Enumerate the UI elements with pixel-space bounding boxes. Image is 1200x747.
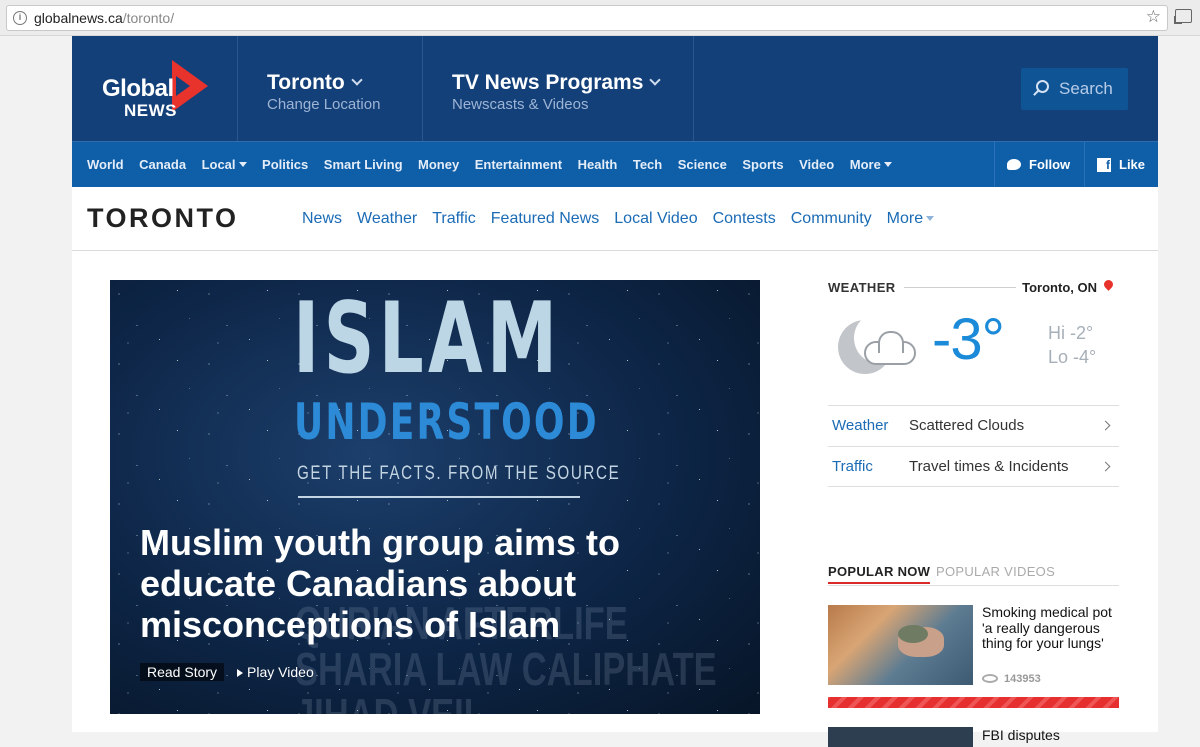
hero-image-subtitle: UNDERSTOOD: [294, 393, 599, 451]
popular-item-thumbnail[interactable]: [828, 605, 973, 685]
change-location-label: Change Location: [267, 96, 381, 113]
section-link-featured-news[interactable]: Featured News: [491, 210, 600, 228]
section-link-community[interactable]: Community: [791, 210, 872, 228]
search-icon: [1036, 80, 1049, 93]
section-link-weather[interactable]: Weather: [357, 210, 417, 228]
facebook-like-button[interactable]: f Like: [1084, 142, 1158, 187]
info-icon[interactable]: i: [13, 11, 27, 25]
weather-row-value: Scattered Clouds: [909, 417, 1025, 434]
section-link-local-video[interactable]: Local Video: [614, 210, 697, 228]
chevron-right-icon: [1100, 420, 1111, 431]
nav-item-politics[interactable]: Politics: [262, 157, 308, 172]
section-title: TORONTO: [87, 203, 239, 233]
section-bar: TORONTO News Weather Traffic Featured Ne…: [72, 187, 1158, 251]
logo-text-news: NEWS: [124, 101, 177, 120]
search-label: Search: [1059, 79, 1113, 98]
main-nav: World Canada Local Politics Smart Living…: [72, 141, 1158, 187]
logo[interactable]: Global NEWS: [72, 36, 238, 141]
search-button[interactable]: Search: [1021, 68, 1128, 110]
tv-programs-title: TV News Programs: [452, 71, 644, 94]
caret-down-icon: [238, 162, 247, 167]
nav-item-local[interactable]: Local: [202, 157, 247, 172]
nav-item-canada[interactable]: Canada: [139, 157, 186, 172]
nav-item-science[interactable]: Science: [678, 157, 727, 172]
tv-programs-menu[interactable]: TV News Programs Newscasts & Videos: [423, 36, 694, 141]
nav-item-entertainment[interactable]: Entertainment: [475, 157, 562, 172]
twitter-icon: [1007, 159, 1021, 170]
weather-conditions-row[interactable]: Weather Scattered Clouds: [828, 405, 1119, 446]
hero-image-title: ISLAM: [293, 282, 562, 396]
hero-headline[interactable]: Muslim youth group aims to educate Canad…: [140, 522, 680, 645]
nav-item-money[interactable]: Money: [418, 157, 459, 172]
section-link-more[interactable]: More: [887, 210, 935, 228]
caret-down-icon: [883, 162, 892, 167]
view-count: 143953: [982, 673, 1041, 685]
section-link-news[interactable]: News: [302, 210, 342, 228]
tv-programs-sub: Newscasts & Videos: [452, 96, 589, 113]
weather-label: WEATHER: [828, 280, 904, 295]
popular-item-title[interactable]: Smoking medical pot 'a really dangerous …: [982, 604, 1119, 652]
twitter-follow-button[interactable]: Follow: [994, 142, 1084, 187]
page: Global NEWS Toronto Change Location TV N…: [72, 36, 1158, 747]
chevron-down-icon: [351, 74, 363, 86]
tab-popular-now[interactable]: POPULAR NOW: [828, 564, 931, 584]
location-selector[interactable]: Toronto Change Location: [238, 36, 423, 141]
current-temperature: -3°: [932, 307, 1005, 372]
popular-item-title[interactable]: FBI disputes: [982, 727, 1060, 743]
play-video-button[interactable]: Play Video: [230, 663, 321, 681]
cloud-icon: [864, 331, 916, 365]
caret-down-icon: [926, 215, 935, 221]
popular-item-thumbnail[interactable]: [828, 727, 973, 747]
weather-header: WEATHER Toronto, ON: [828, 278, 1119, 296]
facebook-icon: f: [1097, 157, 1111, 172]
hero-image-tagline: GET THE FACTS. FROM THE SOURCE: [297, 463, 621, 484]
nav-item-smart-living[interactable]: Smart Living: [324, 157, 403, 172]
hero-story[interactable]: ISLAM UNDERSTOOD GET THE FACTS. FROM THE…: [110, 280, 760, 714]
hi-lo-temperature: Hi -2° Lo -4°: [1048, 321, 1096, 369]
nav-item-more[interactable]: More: [850, 157, 892, 172]
weather-divider: [900, 287, 1016, 288]
popular-tabs: POPULAR NOW POPULAR VIDEOS: [828, 564, 1119, 586]
read-story-button[interactable]: Read Story: [140, 663, 225, 681]
nav-item-tech[interactable]: Tech: [633, 157, 662, 172]
nav-item-world[interactable]: World: [87, 157, 124, 172]
weather-row-key: Weather: [832, 417, 889, 434]
chevron-right-icon: [1100, 461, 1111, 472]
hero-divider: [298, 496, 580, 498]
eye-icon: [982, 674, 998, 683]
nav-item-sports[interactable]: Sports: [742, 157, 783, 172]
popularity-bar: [828, 697, 1119, 708]
logo-text-global: Global: [102, 75, 174, 102]
low-temp: Lo -4°: [1048, 347, 1097, 367]
cast-icon[interactable]: [1174, 9, 1192, 24]
nav-item-video[interactable]: Video: [799, 157, 834, 172]
address-bar[interactable]: i globalnews.ca/toronto/ ☆: [6, 5, 1168, 31]
chevron-down-icon: [649, 74, 662, 86]
url-text[interactable]: globalnews.ca/toronto/: [34, 10, 174, 26]
section-link-traffic[interactable]: Traffic: [432, 210, 476, 228]
tab-popular-videos[interactable]: POPULAR VIDEOS: [936, 564, 1055, 579]
traffic-row-key: Traffic: [832, 458, 873, 475]
site-header: Global NEWS Toronto Change Location TV N…: [72, 36, 1158, 141]
section-link-contests[interactable]: Contests: [713, 210, 776, 228]
traffic-row[interactable]: Traffic Travel times & Incidents: [828, 446, 1119, 487]
bookmark-star-icon[interactable]: ☆: [1146, 7, 1161, 27]
weather-city[interactable]: Toronto, ON: [1022, 280, 1097, 295]
play-icon: [237, 669, 244, 677]
high-temp: Hi -2°: [1048, 323, 1094, 343]
location-title: Toronto: [267, 71, 345, 94]
browser-toolbar: i globalnews.ca/toronto/ ☆: [0, 0, 1200, 36]
traffic-row-value: Travel times & Incidents: [909, 458, 1069, 475]
nav-item-health[interactable]: Health: [578, 157, 618, 172]
location-pin-icon[interactable]: [1102, 278, 1115, 291]
